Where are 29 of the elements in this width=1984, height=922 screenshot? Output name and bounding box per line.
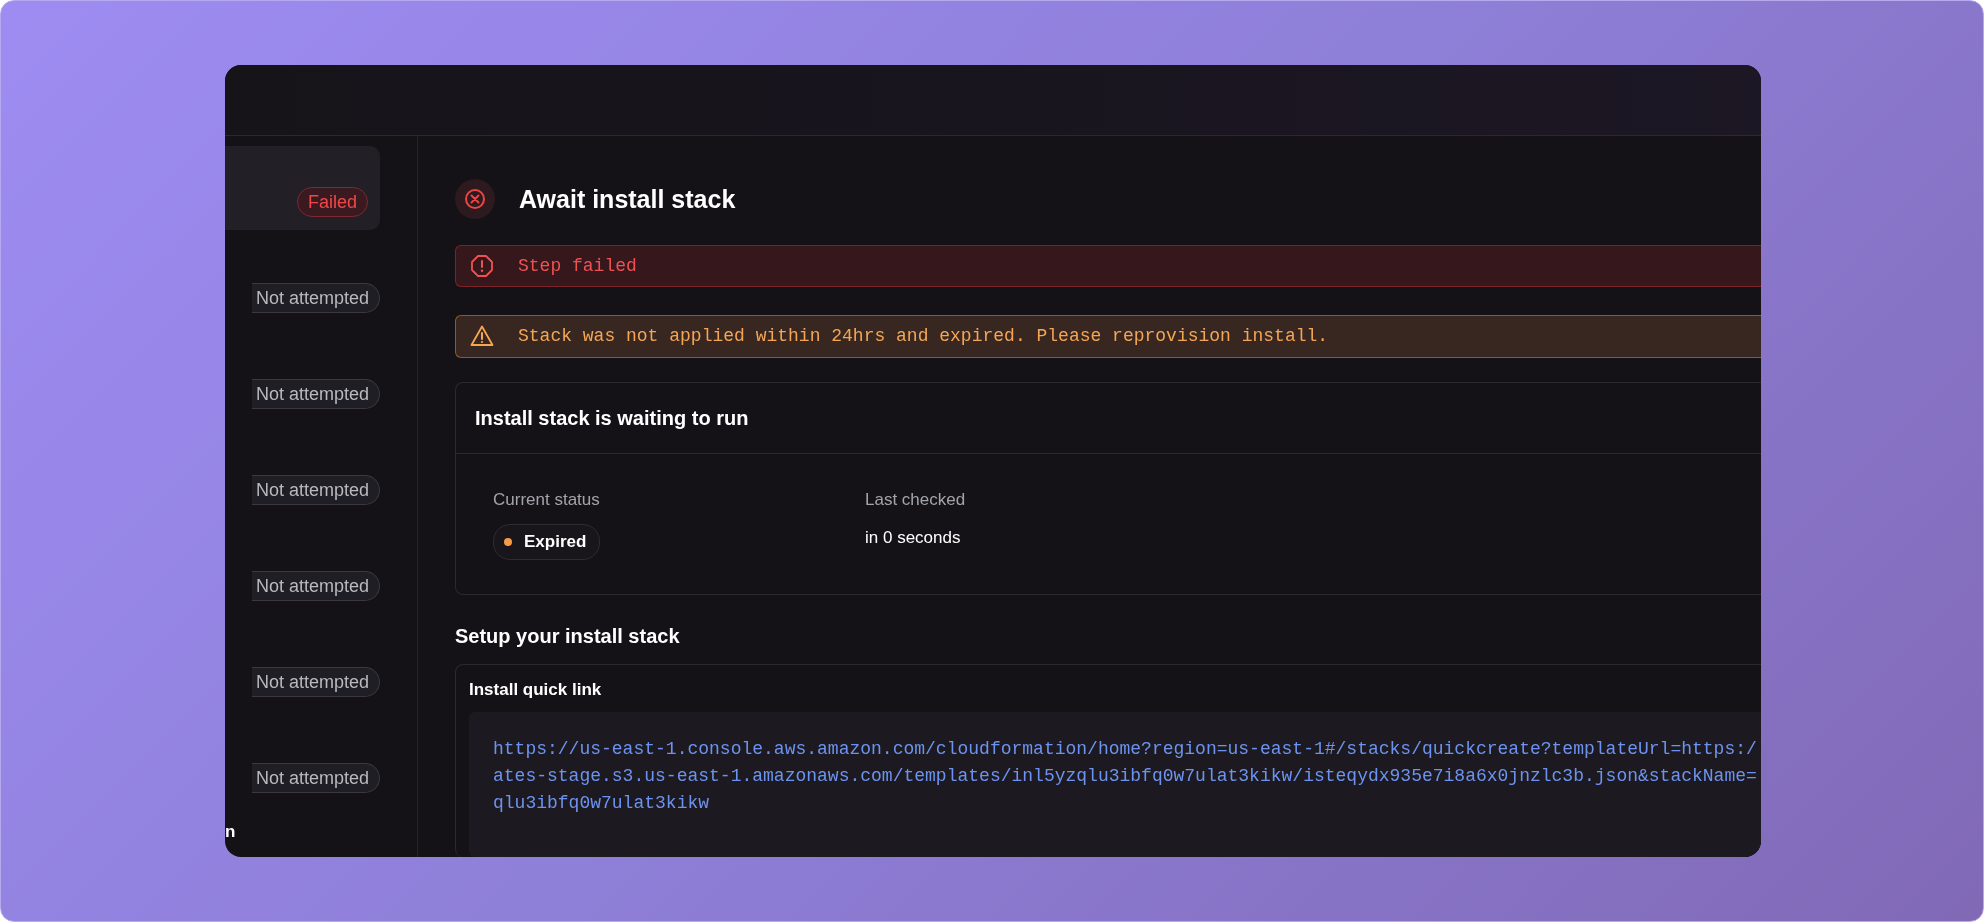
octagon-exclamation-icon <box>470 253 494 278</box>
card-title: Install quick link <box>469 680 603 700</box>
field-label: Last checked <box>865 490 966 510</box>
field-value: in 0 seconds <box>865 528 961 548</box>
status-badge: Failed <box>296 187 368 217</box>
quick-link-url[interactable]: https://us-east-1.console.aws.amazon.com/cloudformation/home?region=us-east-1#/stacks/quickcreate?templateUrl=https:/ ates-stage.s3.us-east-1.amazonaws.com/templates/inl5yzqlu3ibfq0w7ulat3kikw/isteqydx935e7i8a6x0jnzlc3b.json&stackName= qlu3ibfq0w7ulat3kikw <box>493 736 1761 817</box>
step-list-item[interactable]: Failed <box>225 146 380 230</box>
alert-message: Step failed <box>518 255 637 276</box>
error-circle-icon <box>455 179 495 219</box>
status-badge: Not attempted <box>251 667 380 697</box>
step-title: Await install stack <box>519 184 736 214</box>
step-list-item[interactable]: Not attempted <box>225 242 380 326</box>
status-badge: Not attempted <box>251 571 380 601</box>
step-list-item[interactable]: Not attempted <box>225 626 380 710</box>
status-badge: Not attempted <box>251 379 380 409</box>
step-list-item[interactable]: Not attempted <box>225 530 380 614</box>
warning-triangle-icon <box>470 324 494 349</box>
status-badge: Not attempted <box>251 763 380 793</box>
alert-message: Stack was not applied within 24hrs and expired. Please reprovision install. <box>518 326 1329 347</box>
step-list-item[interactable]: Not attempted <box>225 722 380 806</box>
status-badge: Not attempted <box>251 283 380 313</box>
step-list-item[interactable]: Not attempted <box>225 338 380 422</box>
status-badge: Not attempted <box>251 475 380 505</box>
section-title: Setup your install stack <box>455 625 681 648</box>
step-list-item[interactable]: Not attempted <box>225 434 380 518</box>
field-label: Current status <box>493 490 600 510</box>
section-label: n <box>225 822 237 842</box>
status-pill: Expired <box>493 524 601 560</box>
card-title: Install stack is waiting to run <box>475 406 749 430</box>
